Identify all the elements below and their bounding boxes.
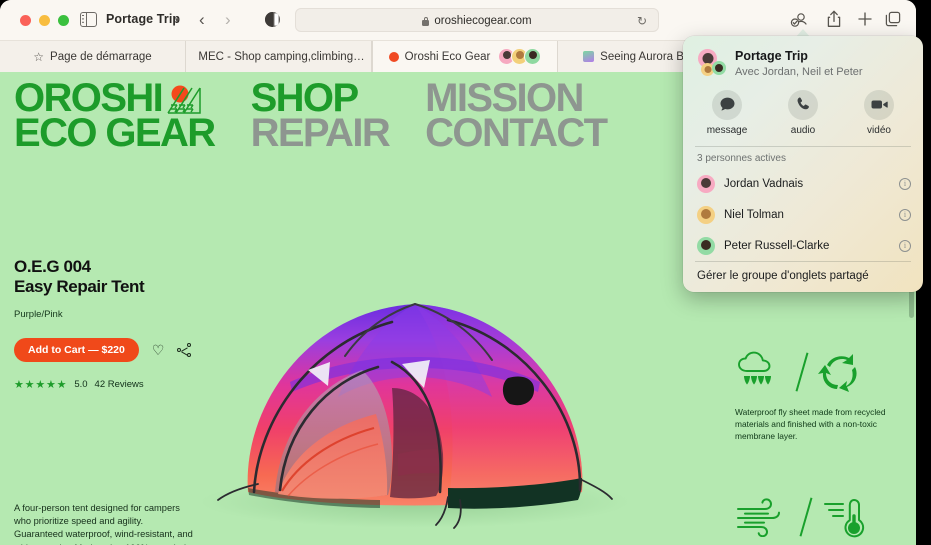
tab-oroshi-eco-gear[interactable]: Oroshi Eco Gear (372, 41, 558, 72)
audio-action-button[interactable]: audio (765, 89, 841, 136)
traffic-lights (20, 15, 69, 26)
product-rating: ★★★★★ 5.0 42 Reviews (14, 378, 204, 391)
tab-mec[interactable]: MEC - Shop camping,climbing… (186, 41, 372, 72)
recycle-icon (817, 354, 857, 392)
wind-icon (737, 498, 780, 537)
nav-item-contact[interactable]: CONTACT (425, 113, 608, 153)
participant-name: Jordan Vadnais (724, 177, 804, 190)
popover-subtitle: Avec Jordan, Neil et Peter (735, 65, 863, 78)
avatar (697, 236, 715, 255)
sun-grass-logo-icon (164, 85, 208, 115)
popover-actions: message audio vidéo (683, 86, 923, 146)
share-icon[interactable] (177, 343, 192, 358)
participant-row[interactable]: Niel Tolman i (683, 199, 923, 230)
divider (795, 352, 809, 392)
product-description: A four-person tent designed for campers … (14, 503, 193, 545)
thermometer-icon (823, 499, 864, 538)
product-name: Easy Repair Tent (14, 276, 145, 296)
tab-label: Oroshi Eco Gear (404, 50, 491, 63)
new-tab-icon[interactable] (855, 9, 875, 29)
popover-titles: Portage Trip Avec Jordan, Neil et Peter (735, 49, 863, 78)
manage-shared-tab-group-button[interactable]: Gérer le groupe d'onglets partagé (683, 262, 923, 292)
star-icon: ☆ (33, 49, 45, 64)
avatar (697, 205, 715, 224)
divider (799, 497, 813, 537)
video-action-button[interactable]: vidéo (841, 89, 917, 136)
nav-menu-column-2: MISSION CONTACT (425, 78, 608, 153)
tab-label: Page de démarrage (50, 50, 152, 63)
message-action-button[interactable]: message (689, 89, 765, 136)
participant-row[interactable]: Peter Russell-Clarke i (683, 230, 923, 261)
feature-fabric: Natural coated fabrics reduce noise whil… (735, 495, 915, 545)
address-bar[interactable]: oroshiecogear.com ↻ (295, 8, 659, 32)
feature-waterproof: Waterproof fly sheet made from recycled … (735, 350, 915, 443)
message-bubble-icon (712, 89, 742, 120)
forward-icon[interactable]: › (225, 10, 231, 30)
product-image[interactable] (130, 192, 670, 545)
group-avatar (697, 49, 726, 77)
minimize-window-button[interactable] (39, 15, 50, 26)
feature-icons (735, 495, 915, 539)
share-icon[interactable] (825, 9, 843, 29)
participant-row[interactable]: Jordan Vadnais i (683, 168, 923, 199)
oroshi-dot-icon (388, 51, 399, 62)
rating-value: 5.0 (74, 379, 88, 391)
heart-icon[interactable]: ♡ (152, 342, 165, 359)
product-sku: O.E.G 004 (14, 257, 91, 276)
info-icon[interactable]: i (899, 208, 911, 221)
lock-icon (422, 16, 430, 26)
address-bar-content: oroshiecogear.com (296, 9, 658, 33)
popover-header: Portage Trip Avec Jordan, Neil et Peter (683, 36, 923, 86)
feature-text: Waterproof fly sheet made from recycled … (735, 407, 886, 442)
info-icon[interactable]: i (899, 177, 911, 190)
video-camera-icon (864, 89, 894, 120)
browser-toolbar: Portage Trip ▾ ‹ › oroshiecogear.com ↻ (0, 0, 916, 40)
review-count[interactable]: 42 Reviews (95, 379, 144, 390)
tab-group-title[interactable]: Portage Trip (106, 12, 180, 26)
reload-icon[interactable]: ↻ (637, 15, 649, 27)
screen: Portage Trip ▾ ‹ › oroshiecogear.com ↻ ☆… (0, 0, 931, 545)
tab-participant-avatars[interactable] (498, 48, 542, 65)
nav-menu-column-1: SHOP REPAIR (251, 78, 391, 153)
participant-name: Niel Tolman (724, 208, 784, 221)
url-text: oroshiecogear.com (434, 15, 532, 27)
phone-icon (788, 89, 818, 120)
tab-label: MEC - Shop camping,climbing… (198, 50, 365, 63)
shared-with-you-icon[interactable] (789, 9, 809, 29)
product-info: O.E.G 004 Easy Repair Tent Purple/Pink A… (14, 257, 204, 391)
tab-overview-icon[interactable] (883, 9, 903, 29)
action-label: vidéo (867, 124, 891, 136)
shared-tab-group-popover: Portage Trip Avec Jordan, Neil et Peter … (683, 36, 923, 292)
reader-mode-icon[interactable] (265, 12, 280, 27)
rain-cloud-icon (738, 351, 771, 385)
avatar (524, 48, 542, 65)
sidebar-icon[interactable] (80, 12, 97, 27)
tab-page-de-demarrage[interactable]: ☆ Page de démarrage (0, 41, 186, 72)
nav-item-repair[interactable]: REPAIR (251, 113, 391, 153)
back-icon[interactable]: ‹ (199, 10, 205, 30)
add-to-cart-button[interactable]: Add to Cart — $220 (14, 338, 139, 363)
star-rating-icon: ★★★★★ (14, 379, 68, 392)
chevron-down-icon[interactable]: ▾ (175, 15, 180, 26)
site-logo[interactable]: OROSHI ECO GEAR (14, 78, 216, 156)
feature-icons (735, 350, 915, 394)
product-color: Purple/Pink (14, 309, 63, 321)
popover-title: Portage Trip (735, 49, 808, 63)
aurora-icon (583, 51, 595, 62)
product-actions: Add to Cart — $220 ♡ (14, 338, 204, 363)
participants-count: 3 personnes actives (697, 153, 786, 165)
action-label: message (706, 124, 748, 136)
participant-name: Peter Russell-Clarke (724, 239, 830, 252)
info-icon[interactable]: i (899, 239, 911, 252)
avatar (697, 174, 715, 193)
avatar (712, 61, 726, 76)
action-label: audio (790, 124, 816, 136)
zoom-window-button[interactable] (58, 15, 69, 26)
close-window-button[interactable] (20, 15, 31, 26)
brand-line-2: ECO GEAR (14, 111, 216, 156)
